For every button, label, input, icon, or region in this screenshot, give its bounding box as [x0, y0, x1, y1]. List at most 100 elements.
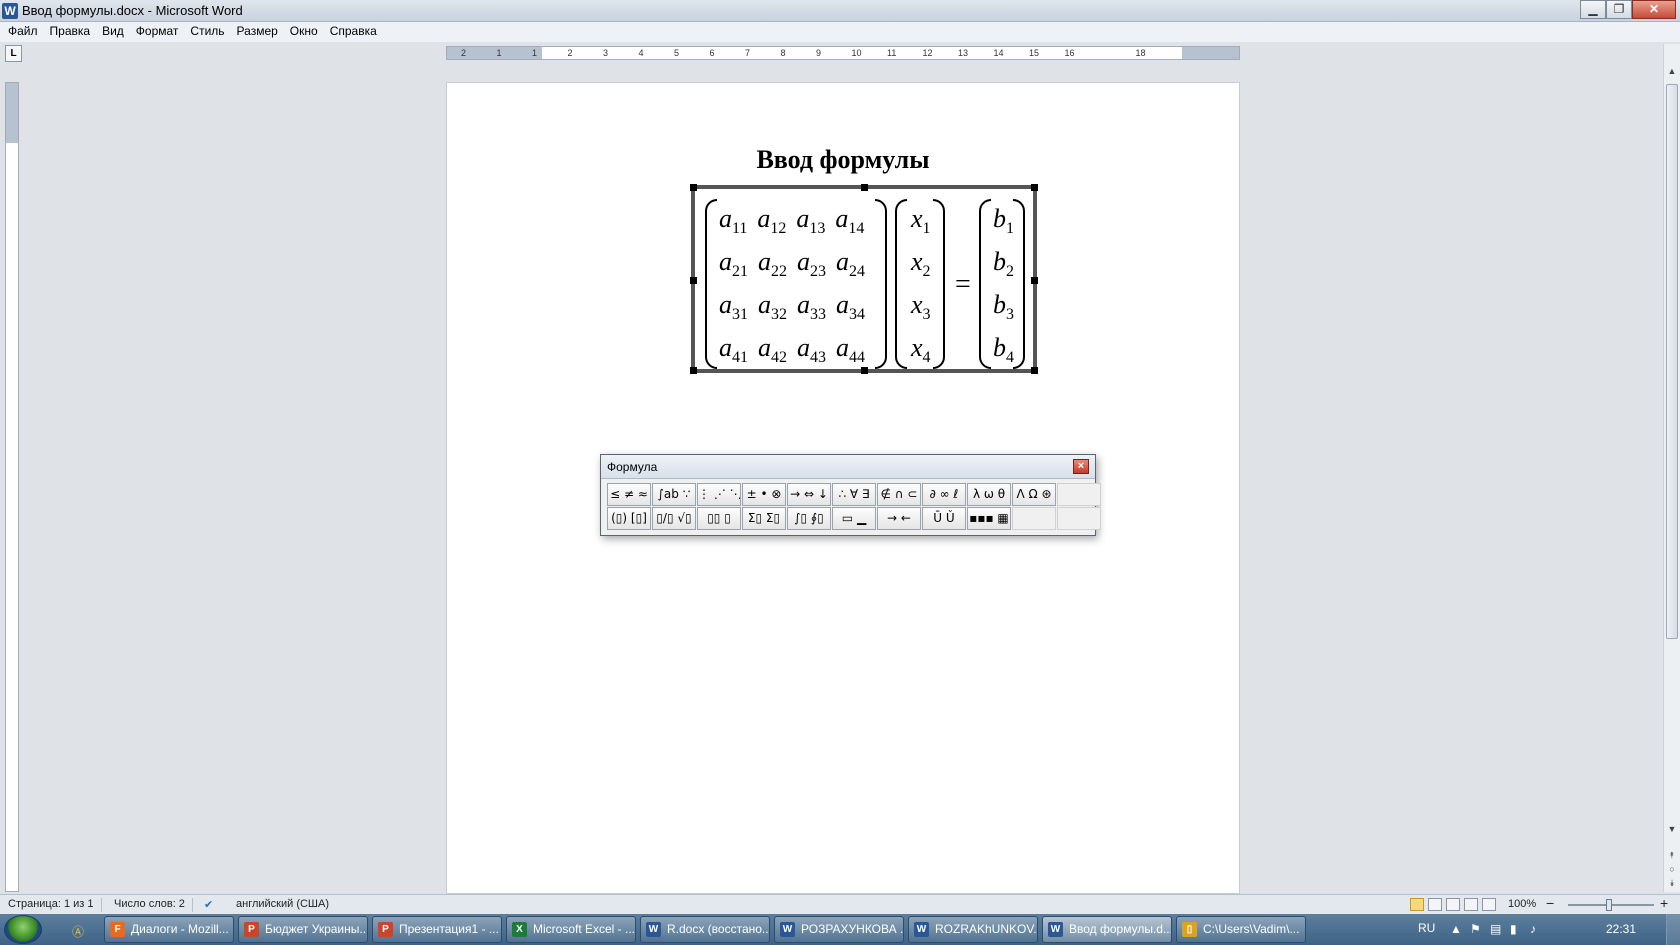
- quicklaunch-icon[interactable]: Ⓐ: [72, 923, 84, 940]
- scroll-up-icon[interactable]: ▲: [1664, 66, 1680, 76]
- clock[interactable]: 22:31: [1606, 922, 1636, 936]
- status-page[interactable]: Страница: 1 из 1: [8, 898, 94, 910]
- equation-element: a41: [719, 333, 748, 367]
- menu-size[interactable]: Размер: [231, 22, 284, 42]
- draft-view-button[interactable]: [1482, 898, 1496, 911]
- proofing-icon[interactable]: ✔: [204, 898, 213, 911]
- equation-element: x4: [911, 333, 931, 367]
- scroll-down-icon[interactable]: ▼: [1664, 824, 1680, 834]
- resize-handle-ne[interactable]: [1031, 184, 1038, 191]
- palette-labeled-arrows-button[interactable]: → ←: [877, 507, 921, 530]
- palette-relations-button[interactable]: ≤ ≠ ≈: [607, 483, 651, 506]
- horizontal-ruler[interactable]: 2 1 1 2 3 4 5 6 7 8 9 10 11 12 13 14 15 16 18: [446, 46, 1240, 60]
- formula-toolbar[interactable]: Формула × ≤ ≠ ≈ ∫ab ∵ ⋮ ⋰ ⋱ ± • ⊗ → ⇔ ↓ ∴ ∀ ∃…: [600, 454, 1101, 536]
- show-hidden-icons-icon[interactable]: ▲: [1450, 922, 1462, 936]
- status-language[interactable]: английский (США): [236, 898, 329, 910]
- close-button[interactable]: ✕: [1632, 0, 1676, 19]
- full-screen-reading-view-button[interactable]: [1428, 898, 1442, 911]
- palette-greek-upper-button[interactable]: Λ Ω ⊛: [1012, 483, 1056, 506]
- resize-handle-s[interactable]: [861, 367, 868, 374]
- palette-logic-button[interactable]: ∴ ∀ ∃: [832, 483, 876, 506]
- menu-format[interactable]: Формат: [130, 22, 185, 42]
- status-word-count[interactable]: Число слов: 2: [114, 898, 185, 910]
- zoom-out-button[interactable]: −: [1546, 895, 1554, 911]
- menu-view[interactable]: Вид: [96, 22, 130, 42]
- palette-products-sets-button[interactable]: Ū Ǔ: [922, 507, 966, 530]
- menu-file[interactable]: Файл: [2, 22, 44, 42]
- action-center-icon[interactable]: ⚑: [1470, 922, 1481, 936]
- palette-summations-button[interactable]: Σ▯ Σ▯: [742, 507, 786, 530]
- restore-button[interactable]: ❐: [1606, 0, 1632, 19]
- equation-object[interactable]: a11 a12 a13 a14 a21 a22 a23 a24 a31 a32 a33 a34 a41 a…: [690, 184, 1038, 374]
- taskbar-item-powerpoint[interactable]: P Бюджет Украины...: [238, 916, 368, 943]
- equation-element: a34: [836, 290, 865, 324]
- network-icon[interactable]: ▤: [1490, 922, 1501, 936]
- taskbar-item-word[interactable]: W R.docx (восстано...: [640, 916, 770, 943]
- resize-handle-e[interactable]: [1031, 277, 1038, 284]
- minimize-button[interactable]: ▁: [1580, 0, 1606, 19]
- document-title[interactable]: Ввод формулы: [447, 145, 1239, 175]
- palette-subscripts-superscripts-button[interactable]: ▯▯ ▯: [697, 507, 741, 530]
- resize-handle-sw[interactable]: [690, 367, 697, 374]
- resize-handle-n[interactable]: [861, 184, 868, 191]
- equation-element: a43: [797, 333, 826, 367]
- menu-edit[interactable]: Правка: [44, 22, 97, 42]
- taskbar-item-powerpoint[interactable]: P Презентация1 - ...: [372, 916, 502, 943]
- formula-toolbar-caption[interactable]: Формула ×: [601, 455, 1095, 479]
- taskbar-item-folder[interactable]: ▯ C:\Users\Vadim\...: [1176, 916, 1306, 943]
- palette-fractions-radicals-button[interactable]: ▯/▯ √▯: [652, 507, 696, 530]
- menu-help[interactable]: Справка: [324, 22, 383, 42]
- show-desktop-button[interactable]: [1666, 914, 1680, 945]
- taskbar-item-word[interactable]: W РОЗРАХУНКОВА ...: [774, 916, 904, 943]
- web-layout-view-button[interactable]: [1446, 898, 1460, 911]
- element-subscript: 24: [849, 262, 865, 280]
- palette-underbars-overbars-button[interactable]: ▭ ▁: [832, 507, 876, 530]
- equation-element: b4: [993, 333, 1014, 367]
- palette-misc-symbols-button[interactable]: ∂ ∞ ℓ: [922, 483, 966, 506]
- palette-set-theory-button[interactable]: ∉ ∩ ⊂: [877, 483, 921, 506]
- palette-matrices-button[interactable]: ▪▪▪ ▦: [967, 507, 1011, 530]
- outline-view-button[interactable]: [1464, 898, 1478, 911]
- element-subscript: 14: [848, 219, 865, 237]
- palette-integrals-button[interactable]: ∫▯ ∮▯: [787, 507, 831, 530]
- vertical-ruler[interactable]: [5, 82, 19, 892]
- palette-greek-lower-button[interactable]: λ ω θ: [967, 483, 1011, 506]
- taskbar-item-word[interactable]: W ROZRAKhUNKOV...: [908, 916, 1038, 943]
- power-icon[interactable]: ▮: [1510, 922, 1517, 936]
- palette-operators-button[interactable]: ± • ⊗: [742, 483, 786, 506]
- element-symbol: a: [719, 203, 732, 233]
- palette-spaces-ellipses-button[interactable]: ∫ab ∵: [652, 483, 696, 506]
- start-button[interactable]: [4, 915, 42, 944]
- tab-selector[interactable]: L: [5, 45, 22, 62]
- taskbar-item-word[interactable]: W Ввод формулы.d...: [1042, 916, 1172, 943]
- zoom-slider-knob[interactable]: [1606, 899, 1612, 911]
- resize-handle-w[interactable]: [690, 277, 697, 284]
- select-browse-object-icon[interactable]: ○: [1664, 864, 1680, 874]
- zoom-level[interactable]: 100%: [1508, 898, 1536, 910]
- menu-style[interactable]: Стиль: [184, 22, 230, 42]
- excel-icon: X: [512, 922, 527, 937]
- vertical-scrollbar[interactable]: ▲ ▼ ⯭ ○ ⯯: [1663, 44, 1680, 892]
- menu-window[interactable]: Окно: [284, 22, 324, 42]
- resize-handle-se[interactable]: [1031, 367, 1038, 374]
- firefox-icon: F: [110, 922, 125, 937]
- word-app-icon[interactable]: W: [2, 3, 18, 19]
- volume-icon[interactable]: ♪: [1530, 922, 1536, 936]
- next-page-icon[interactable]: ⯯: [1664, 878, 1680, 889]
- formula-toolbar-close-button[interactable]: ×: [1073, 459, 1089, 474]
- ruler-tick-label: 2: [461, 48, 467, 58]
- element-symbol: x: [911, 203, 923, 233]
- taskbar-item-firefox[interactable]: F Диалоги - Mozill...: [104, 916, 234, 943]
- prev-page-icon[interactable]: ⯭: [1664, 850, 1680, 861]
- palette-arrows-button[interactable]: → ⇔ ↓: [787, 483, 831, 506]
- input-language[interactable]: RU: [1418, 921, 1435, 935]
- taskbar-item-excel[interactable]: X Microsoft Excel - ...: [506, 916, 636, 943]
- equation-row: x4: [911, 328, 931, 371]
- resize-handle-nw[interactable]: [690, 184, 697, 191]
- equation-row: x3: [911, 285, 931, 328]
- zoom-in-button[interactable]: +: [1660, 895, 1668, 911]
- palette-fences-button[interactable]: (▯) [▯]: [607, 507, 651, 530]
- scrollbar-thumb[interactable]: [1666, 84, 1678, 639]
- print-layout-view-button[interactable]: [1410, 898, 1424, 911]
- palette-embellishments-button[interactable]: ⋮ ⋰ ⋱: [697, 483, 741, 506]
